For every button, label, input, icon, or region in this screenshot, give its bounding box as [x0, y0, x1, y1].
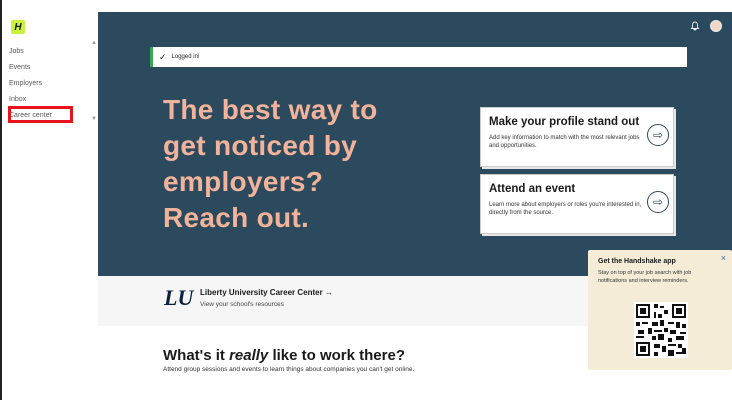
scroll-up-icon[interactable]: ▲ — [91, 40, 97, 46]
handshake-logo[interactable]: H — [11, 20, 25, 34]
headline-line: get noticed by — [163, 130, 357, 161]
section-subtitle: Attend group sessions and events to lear… — [163, 366, 415, 373]
university-logo: LU — [164, 285, 194, 310]
school-subtitle: View your school's resources — [200, 301, 284, 308]
title-emphasis: really — [229, 347, 269, 364]
headline-line: employers? — [163, 166, 324, 197]
arrow-right-icon[interactable]: ⇨ — [647, 191, 669, 213]
bell-icon[interactable] — [690, 21, 700, 31]
sidebar-item-jobs[interactable]: Jobs — [9, 44, 52, 60]
event-card[interactable]: Attend an event Learn more about employe… — [480, 174, 674, 234]
close-icon[interactable]: × — [721, 253, 726, 263]
top-right-icons — [690, 20, 722, 32]
qr-code — [634, 302, 688, 358]
avatar[interactable] — [710, 20, 722, 32]
headline-line: Reach out. — [163, 202, 310, 233]
hero-section: ✓ Logged in! The best way to get noticed… — [98, 12, 732, 276]
card-title: Attend an event — [489, 183, 576, 195]
section-title: What's it really like to work there? — [163, 347, 405, 364]
card-title: Make your profile stand out — [489, 116, 640, 128]
logged-in-banner: ✓ Logged in! — [150, 47, 687, 67]
sidebar-item-events[interactable]: Events — [9, 60, 52, 76]
scroll-down-icon[interactable]: ▼ — [91, 116, 97, 122]
title-part: What's it — [163, 347, 230, 364]
card-description: Learn more about employers or roles you'… — [489, 202, 642, 216]
sidebar-scrollbar[interactable]: ▲ ▼ — [90, 40, 98, 124]
title-part: like to work there? — [268, 347, 405, 364]
headline-line: The best way to — [163, 94, 378, 125]
app-promo: Get the Handshake app Stay on top of you… — [588, 250, 732, 370]
check-icon: ✓ — [159, 51, 167, 62]
card-description: Add key information to match with the mo… — [489, 135, 640, 149]
promo-description: Stay on top of your job search with job … — [598, 270, 692, 284]
sidebar: H Jobs Events Employers Inbox Career cen… — [2, 0, 98, 400]
banner-message: Logged in! — [171, 54, 200, 60]
profile-card[interactable]: Make your profile stand out Add key info… — [480, 107, 674, 167]
arrow-right-icon[interactable]: ⇨ — [647, 124, 669, 146]
highlight-box — [8, 106, 73, 123]
sidebar-item-employers[interactable]: Employers — [9, 76, 52, 92]
promo-title: Get the Handshake app — [598, 258, 676, 265]
hero-headline: The best way to get noticed by employers… — [163, 92, 463, 236]
school-link[interactable]: Liberty University Career Center → — [200, 288, 333, 297]
